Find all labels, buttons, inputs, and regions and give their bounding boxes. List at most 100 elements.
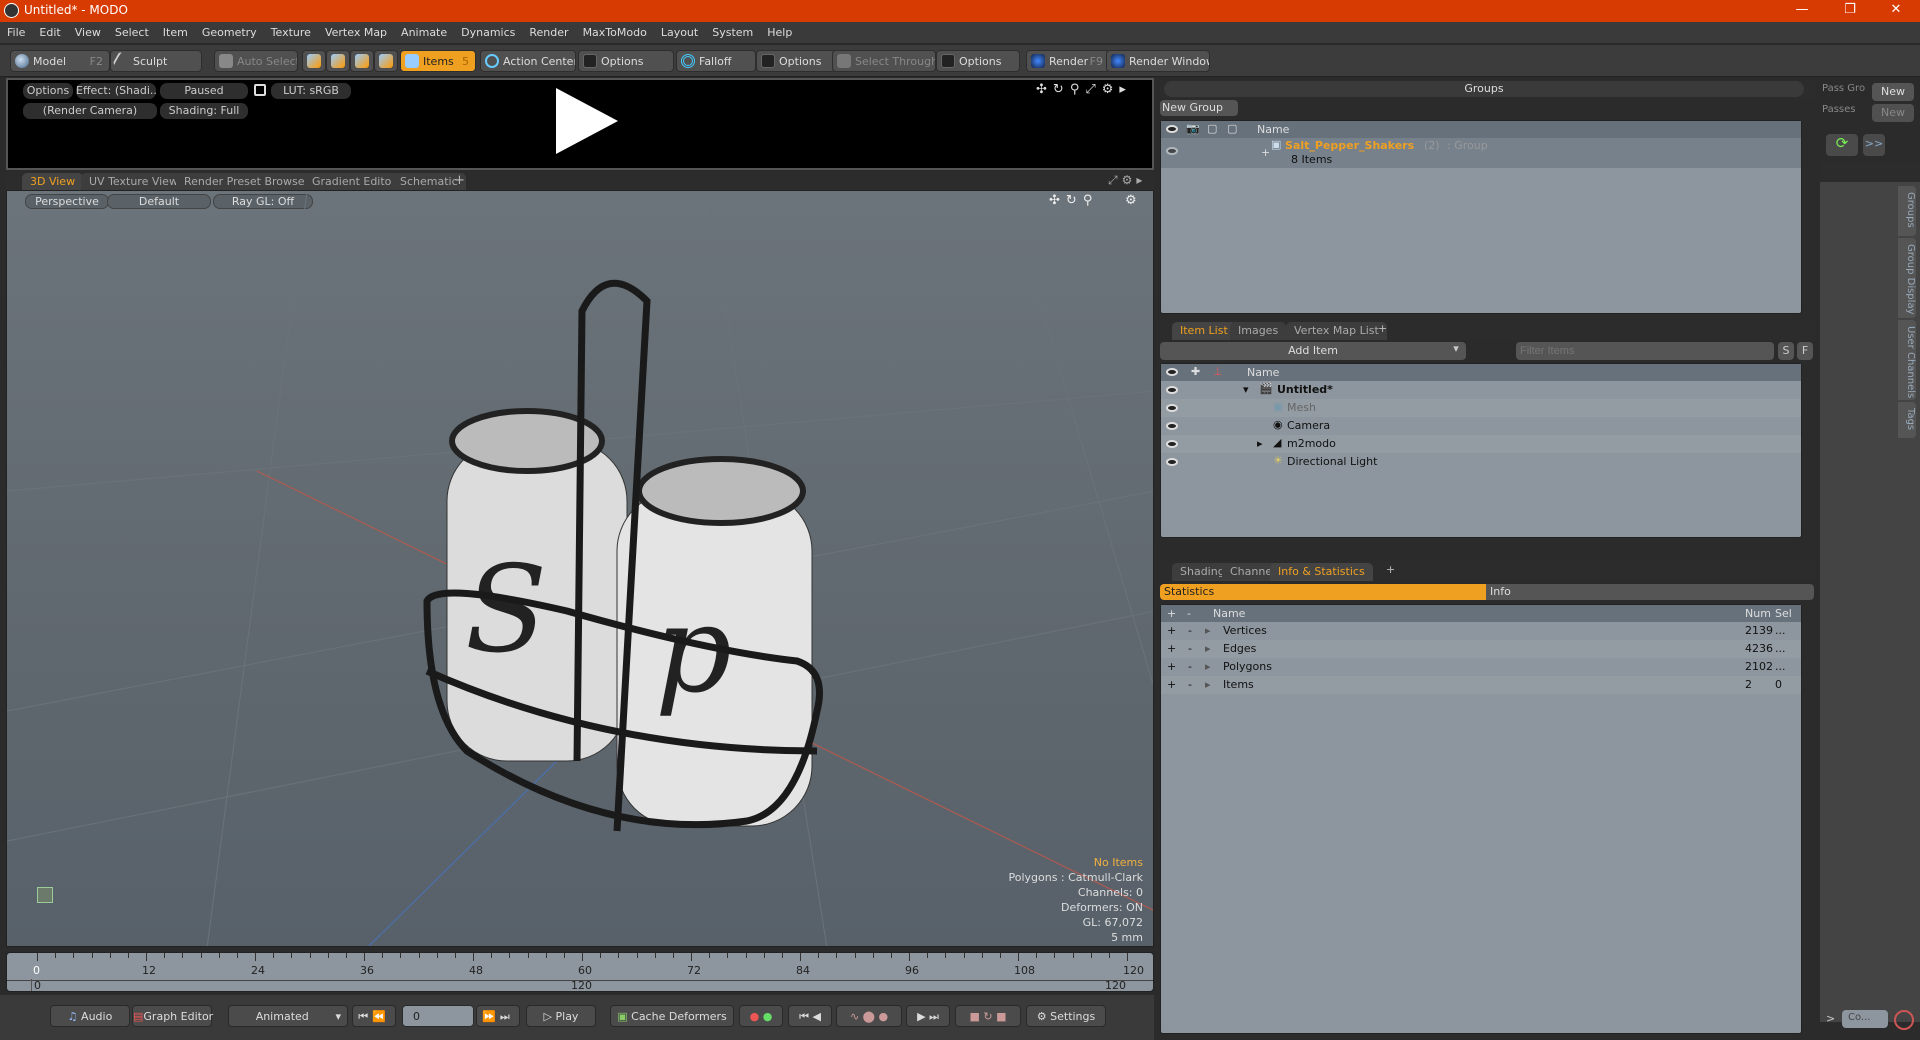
auto-select-button[interactable]: Auto Select xyxy=(214,50,298,72)
tab-gradient-editor[interactable]: Gradient Editor xyxy=(304,173,404,191)
tab-uv-texture-view[interactable]: UV Texture View xyxy=(81,173,186,191)
remove-from-selection-button[interactable]: - xyxy=(1188,642,1192,655)
paused-button[interactable]: Paused xyxy=(160,83,248,99)
item-row-mesh[interactable]: ▣ Mesh xyxy=(1161,399,1801,417)
menu-vertex-map[interactable]: Vertex Map xyxy=(318,22,394,44)
go-end-button[interactable]: ⏩⏭ xyxy=(476,1005,520,1027)
minimize-button[interactable]: — xyxy=(1782,2,1822,20)
go-start-button[interactable]: ⏮⏪ xyxy=(352,1005,396,1027)
effect-dropdown[interactable]: Effect: (Shadi... xyxy=(76,83,156,99)
filter-f-button[interactable]: F xyxy=(1797,342,1813,360)
materials-mode-button[interactable] xyxy=(374,50,398,72)
add-to-selection-button[interactable]: + xyxy=(1167,678,1176,691)
play-icon[interactable] xyxy=(556,88,618,154)
item-row-directional-light[interactable]: ☀ Directional Light xyxy=(1161,453,1801,471)
timeline[interactable]: 0 12 24 36 48 60 72 84 96 108 120 0 120 120 xyxy=(6,952,1154,992)
menu-select[interactable]: Select xyxy=(108,22,156,44)
stats-row-items[interactable]: + - ▸ Items 2 0 xyxy=(1161,676,1801,694)
add-item-button[interactable]: Add Item xyxy=(1160,342,1466,360)
tab-info-statistics[interactable]: Info & Statistics xyxy=(1270,563,1373,581)
item-row-camera[interactable]: ◉ Camera xyxy=(1161,417,1801,435)
side-tab-user-channels[interactable]: User Channels xyxy=(1898,320,1916,400)
stats-row-vertices[interactable]: + - ▸ Vertices 2139... xyxy=(1161,622,1801,640)
action-center-button[interactable]: Action Center xyxy=(480,50,576,72)
remove-from-selection-button[interactable]: - xyxy=(1188,624,1192,637)
group-row[interactable]: + ▣ Salt_Pepper_Shakers (2) : Group 8 It… xyxy=(1161,138,1801,168)
settings-button[interactable]: ⚙ Settings xyxy=(1026,1005,1106,1027)
filter-items-input[interactable] xyxy=(1516,342,1774,360)
remove-from-selection-button[interactable]: - xyxy=(1188,660,1192,673)
add-to-selection-button[interactable]: + xyxy=(1167,660,1176,673)
menu-view[interactable]: View xyxy=(68,22,108,44)
name-column[interactable]: Name xyxy=(1247,366,1279,379)
lock-icon[interactable] xyxy=(254,84,266,96)
animated-dropdown[interactable]: Animated ▾ xyxy=(228,1005,348,1027)
menu-geometry[interactable]: Geometry xyxy=(195,22,264,44)
menu-help[interactable]: Help xyxy=(760,22,799,44)
info-subtab[interactable]: Info xyxy=(1486,584,1814,600)
menu-system[interactable]: System xyxy=(705,22,760,44)
items-mode-button[interactable]: Items 5 xyxy=(400,50,476,72)
sculpt-mode-button[interactable]: Sculpt xyxy=(110,50,202,72)
audio-button[interactable]: ♫ Audio xyxy=(50,1005,130,1027)
render-camera-dropdown[interactable]: (Render Camera) xyxy=(23,103,157,119)
menu-render[interactable]: Render xyxy=(522,22,575,44)
edges-mode-button[interactable] xyxy=(326,50,350,72)
menu-file[interactable]: File xyxy=(0,22,32,44)
tab-images[interactable]: Images xyxy=(1230,322,1287,340)
shading-dropdown[interactable]: Shading: Full xyxy=(160,103,248,119)
remove-from-selection-button[interactable]: - xyxy=(1188,678,1192,691)
select-through-options-button[interactable]: Options xyxy=(936,50,1020,72)
stats-row-edges[interactable]: + - ▸ Edges 4236... xyxy=(1161,640,1801,658)
refresh-add-icon[interactable]: ⟳ xyxy=(1826,134,1858,156)
polygons-mode-button[interactable] xyxy=(350,50,374,72)
add-to-selection-button[interactable]: + xyxy=(1167,642,1176,655)
tab-item-list[interactable]: Item List xyxy=(1172,322,1236,340)
statistics-subtab[interactable]: Statistics xyxy=(1160,584,1486,600)
3d-viewport[interactable]: Perspective Default Ray GL: Off ✣↻⚲ ⚙ S … xyxy=(6,190,1154,947)
add-tab-icon[interactable]: + xyxy=(1386,563,1395,576)
tab-3d-view[interactable]: 3D View xyxy=(22,173,84,191)
model-mode-button[interactable]: Model F2 xyxy=(10,50,110,72)
new-pass-group-button[interactable]: New xyxy=(1872,83,1914,101)
stats-row-polygons[interactable]: + - ▸ Polygons 2102... xyxy=(1161,658,1801,676)
add-item-chevron-icon[interactable]: ▾ xyxy=(1446,342,1466,360)
viewport-panel-controls[interactable]: ⤢⚙▸ xyxy=(1108,173,1146,188)
prev-key-buttons[interactable]: ⏮ ◀ xyxy=(788,1005,832,1027)
falloff-options-button[interactable]: Options xyxy=(756,50,836,72)
add-to-selection-button[interactable]: + xyxy=(1167,624,1176,637)
add-tab-icon[interactable]: + xyxy=(454,173,465,188)
action-center-options-button[interactable]: Options xyxy=(578,50,674,72)
vertices-mode-button[interactable] xyxy=(302,50,326,72)
select-through-button[interactable]: Select Through xyxy=(832,50,936,72)
name-column[interactable]: Name xyxy=(1257,123,1289,136)
render-view-controls[interactable]: ✣↻⚲⤢⚙▸ xyxy=(1036,82,1132,97)
menu-maxtomodo[interactable]: MaxToModo xyxy=(576,22,654,44)
graph-editor-button[interactable]: ▤Graph Editor xyxy=(132,1005,213,1027)
side-tab-group-display[interactable]: Group Display xyxy=(1898,238,1916,318)
lut-dropdown[interactable]: LUT: sRGB xyxy=(271,83,351,99)
falloff-button[interactable]: Falloff xyxy=(676,50,756,72)
menu-layout[interactable]: Layout xyxy=(654,22,705,44)
key-in-out-buttons[interactable]: ● ● xyxy=(739,1005,783,1027)
tab-vertex-map-list[interactable]: Vertex Map List xyxy=(1286,322,1387,340)
menu-animate[interactable]: Animate xyxy=(394,22,454,44)
menu-item[interactable]: Item xyxy=(156,22,195,44)
tab-render-preset-browser[interactable]: Render Preset Browser xyxy=(176,173,318,191)
menu-edit[interactable]: Edit xyxy=(32,22,67,44)
new-group-button[interactable]: New Group xyxy=(1160,100,1238,116)
next-key-buttons[interactable]: ▶ ⏭ xyxy=(906,1005,950,1027)
restore-button[interactable]: ❐ xyxy=(1830,2,1870,20)
sel-column[interactable]: Sel xyxy=(1775,607,1792,620)
num-column[interactable]: Num xyxy=(1745,607,1771,620)
add-tab-icon[interactable]: + xyxy=(1378,322,1387,335)
side-tab-groups[interactable]: Groups xyxy=(1898,186,1916,236)
record-macro-icon[interactable] xyxy=(1894,1010,1914,1030)
render-window-button[interactable]: Render Window xyxy=(1106,50,1210,72)
frame-input[interactable]: 0 xyxy=(402,1005,474,1027)
render-button[interactable]: Render F9 xyxy=(1026,50,1110,72)
item-row-scene[interactable]: ▾ 🎬 Untitled* xyxy=(1161,381,1801,399)
key-tools-buttons[interactable]: ■ ↻ ■ xyxy=(955,1005,1021,1027)
play-button[interactable]: ▷ Play xyxy=(526,1005,596,1027)
item-row-m2modo[interactable]: ▸ ◢ m2modo xyxy=(1161,435,1801,453)
